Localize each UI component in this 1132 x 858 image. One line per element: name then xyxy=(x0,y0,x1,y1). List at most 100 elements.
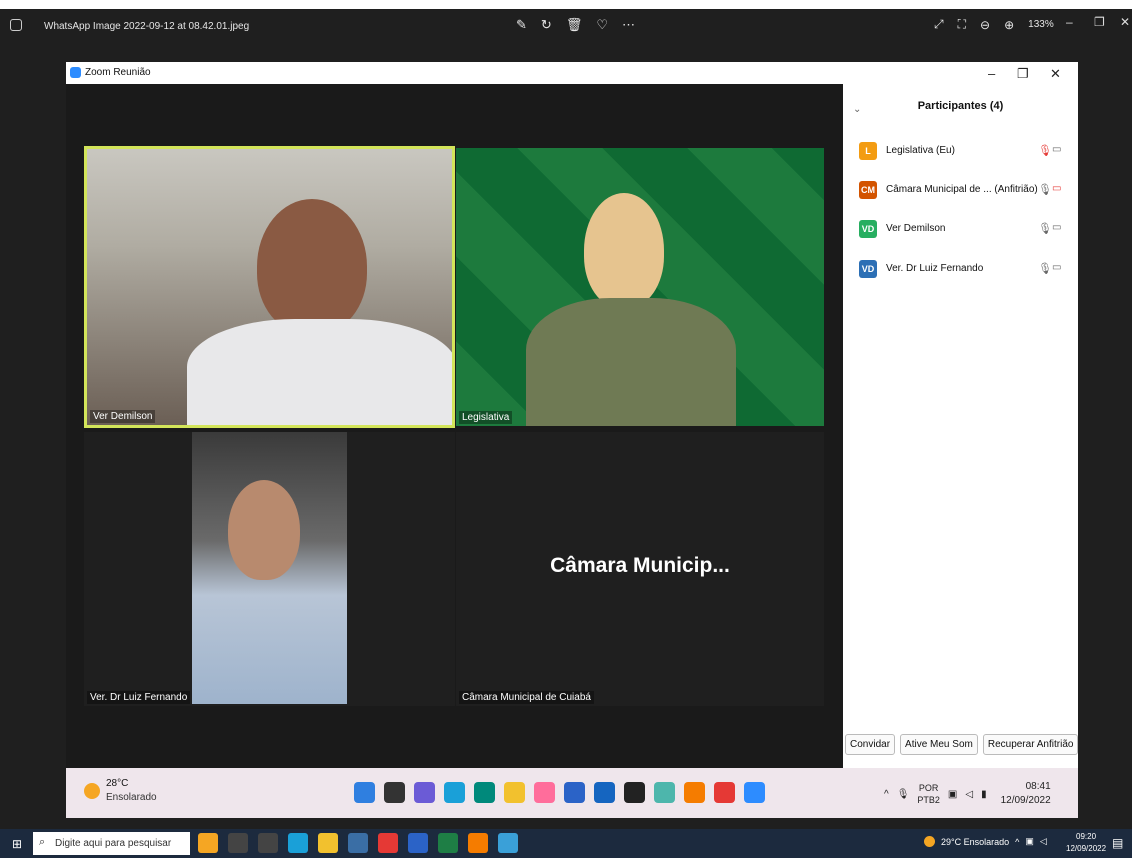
cortana-icon[interactable] xyxy=(228,833,248,853)
battery-icon[interactable]: ▮ xyxy=(981,789,987,800)
rotate-icon[interactable]: ↻ xyxy=(541,17,552,33)
camera-icon: ▭ xyxy=(1052,222,1062,233)
participant-name: Câmara Municipal de ... (Anfitrião) xyxy=(886,184,1038,195)
explorer-icon[interactable] xyxy=(504,782,525,803)
inner-system-tray: ^ 🎙 POR PTB2 ▣ ◁ ▮ 08:41 12/09/2022 xyxy=(884,780,1051,808)
zoom-in-icon[interactable]: ⊕ xyxy=(1004,18,1014,32)
taskbar-apps xyxy=(354,782,765,803)
more-icon[interactable]: ⋯ xyxy=(622,17,635,33)
zoom-minimize-button[interactable]: – xyxy=(988,66,995,81)
video-tile-ver-demilson[interactable]: Ver Demilson xyxy=(84,146,455,428)
fit-icon[interactable]: ⛶ xyxy=(958,17,966,32)
vlc-icon[interactable] xyxy=(684,782,705,803)
taskbar-search-box[interactable]: ⌕ Digite aqui para pesquisar xyxy=(33,832,190,855)
participant-row[interactable]: CM Câmara Municipal de ... (Anfitrião) 🎙… xyxy=(843,179,1078,201)
mic-icon: 🎙 xyxy=(1038,223,1052,235)
windows-taskbar: ⊞ ⌕ Digite aqui para pesquisar 29°C Enso… xyxy=(0,829,1132,858)
network-icon[interactable]: ▣ xyxy=(1025,836,1034,847)
zoom-close-button[interactable]: ✕ xyxy=(1050,66,1061,82)
sun-icon xyxy=(84,783,100,799)
edge-icon[interactable] xyxy=(288,833,308,853)
delete-icon[interactable]: 🗑 xyxy=(566,17,583,33)
participant-row[interactable]: L Legislativa (Eu) 🎙 ▭ xyxy=(843,140,1078,162)
viewer-titlebar: WhatsApp Image 2022-09-12 at 08.42.01.jp… xyxy=(0,9,1132,43)
chevron-up-icon[interactable]: ^ xyxy=(1015,837,1019,847)
lang-line-2: PTB2 xyxy=(917,795,940,805)
mic-muted-icon: 🎙 xyxy=(1038,145,1052,157)
outer-system-tray: 29°C Ensolarado ^ ▣ ◁ xyxy=(924,836,1047,847)
avatar: L xyxy=(859,142,877,160)
task-view-icon[interactable] xyxy=(384,782,405,803)
tile-label: Câmara Municipal de Cuiabá xyxy=(459,691,594,704)
unmute-button[interactable]: Ative Meu Som xyxy=(900,734,978,755)
app-icon[interactable] xyxy=(348,833,368,853)
app-icon[interactable] xyxy=(654,782,675,803)
word-icon[interactable] xyxy=(564,782,585,803)
zoom-titlebar: Zoom Reunião xyxy=(66,62,1078,84)
word-icon[interactable] xyxy=(408,833,428,853)
mail-icon[interactable] xyxy=(594,782,615,803)
zoom-level: 133% xyxy=(1028,19,1054,30)
zoom-icon[interactable] xyxy=(744,782,765,803)
close-button[interactable]: ✕ xyxy=(1120,15,1130,29)
dropbox-icon[interactable] xyxy=(624,782,645,803)
search-icon: ⌕ xyxy=(39,836,46,848)
lang-line-1: POR xyxy=(918,783,939,793)
outer-time: 09:20 xyxy=(1076,832,1097,841)
network-icon[interactable]: ▣ xyxy=(948,789,957,800)
language-indicator[interactable]: POR PTB2 xyxy=(917,782,940,806)
search-placeholder: Digite aqui para pesquisar xyxy=(55,838,172,849)
video-tile-luiz-fernando[interactable]: Ver. Dr Luiz Fernando xyxy=(84,432,455,706)
store-icon[interactable] xyxy=(474,782,495,803)
volume-icon[interactable]: ◁ xyxy=(1040,836,1047,847)
chrome-icon[interactable] xyxy=(714,782,735,803)
windows-start-icon[interactable]: ⊞ xyxy=(12,837,22,851)
mic-icon: 🎙 xyxy=(1038,184,1052,196)
participant-row[interactable]: VD Ver. Dr Luiz Fernando 🎙 ▭ xyxy=(843,258,1078,280)
viewer-toolbar: ✎ ↻ 🗑 ♡ ⋯ xyxy=(516,17,635,33)
participant-name: Ver. Dr Luiz Fernando xyxy=(886,263,984,274)
task-view-icon[interactable] xyxy=(258,833,278,853)
avatar: VD xyxy=(859,260,877,278)
app-icon[interactable] xyxy=(534,782,555,803)
tile-display-name: Câmara Municip... xyxy=(550,554,730,577)
camera-icon: ▭ xyxy=(1052,144,1062,155)
participant-photo xyxy=(192,432,347,704)
excel-icon[interactable] xyxy=(438,833,458,853)
zoom-logo-icon xyxy=(70,67,81,78)
microphone-icon[interactable]: 🎙 xyxy=(897,789,910,800)
expand-icon[interactable]: ⤢ xyxy=(934,17,944,32)
favorite-icon[interactable]: ♡ xyxy=(596,17,608,33)
reclaim-host-button[interactable]: Recuperar Anfitrião xyxy=(982,734,1079,755)
explorer-icon[interactable] xyxy=(318,833,338,853)
chevron-up-icon[interactable]: ^ xyxy=(884,789,889,800)
minimize-button[interactable]: – xyxy=(1066,15,1073,29)
invite-button[interactable]: Convidar xyxy=(845,734,896,755)
volume-icon[interactable]: ◁ xyxy=(965,789,973,800)
outer-clock[interactable]: 09:20 12/09/2022 xyxy=(1066,831,1106,855)
sun-icon xyxy=(924,836,935,847)
weather-app-icon[interactable] xyxy=(198,833,218,853)
weather-temperature: 28°C xyxy=(106,778,129,789)
video-tile-camara-municipal[interactable]: Câmara Municip... Câmara Municipal de Cu… xyxy=(456,432,824,706)
chrome-icon[interactable] xyxy=(378,833,398,853)
edit-icon[interactable]: ✎ xyxy=(516,17,527,33)
viewer-zoom-tools: ⤢ ⛶ ⊖ ⊕ 133% xyxy=(934,17,1054,32)
app-icon[interactable] xyxy=(468,833,488,853)
participant-row[interactable]: VD Ver Demilson 🎙 ▭ xyxy=(843,218,1078,240)
chat-icon[interactable] xyxy=(414,782,435,803)
outer-weather[interactable]: 29°C Ensolarado xyxy=(941,837,1009,847)
zoom-restore-button[interactable]: ❐ xyxy=(1017,66,1029,82)
photos-icon[interactable] xyxy=(498,833,518,853)
inner-date: 12/09/2022 xyxy=(1000,795,1051,806)
notification-icon[interactable]: ▤ xyxy=(1112,836,1123,850)
edge-icon[interactable] xyxy=(444,782,465,803)
video-tile-legislativa[interactable]: Legislativa xyxy=(456,148,824,426)
participant-name: Legislativa (Eu) xyxy=(886,145,955,156)
inner-clock[interactable]: 08:41 12/09/2022 xyxy=(1001,780,1051,808)
zoom-window-title: Zoom Reunião xyxy=(85,67,151,78)
tile-label: Ver. Dr Luiz Fernando xyxy=(87,691,191,704)
zoom-out-icon[interactable]: ⊖ xyxy=(980,18,990,32)
start-icon[interactable] xyxy=(354,782,375,803)
restore-button[interactable]: ❐ xyxy=(1094,15,1105,29)
